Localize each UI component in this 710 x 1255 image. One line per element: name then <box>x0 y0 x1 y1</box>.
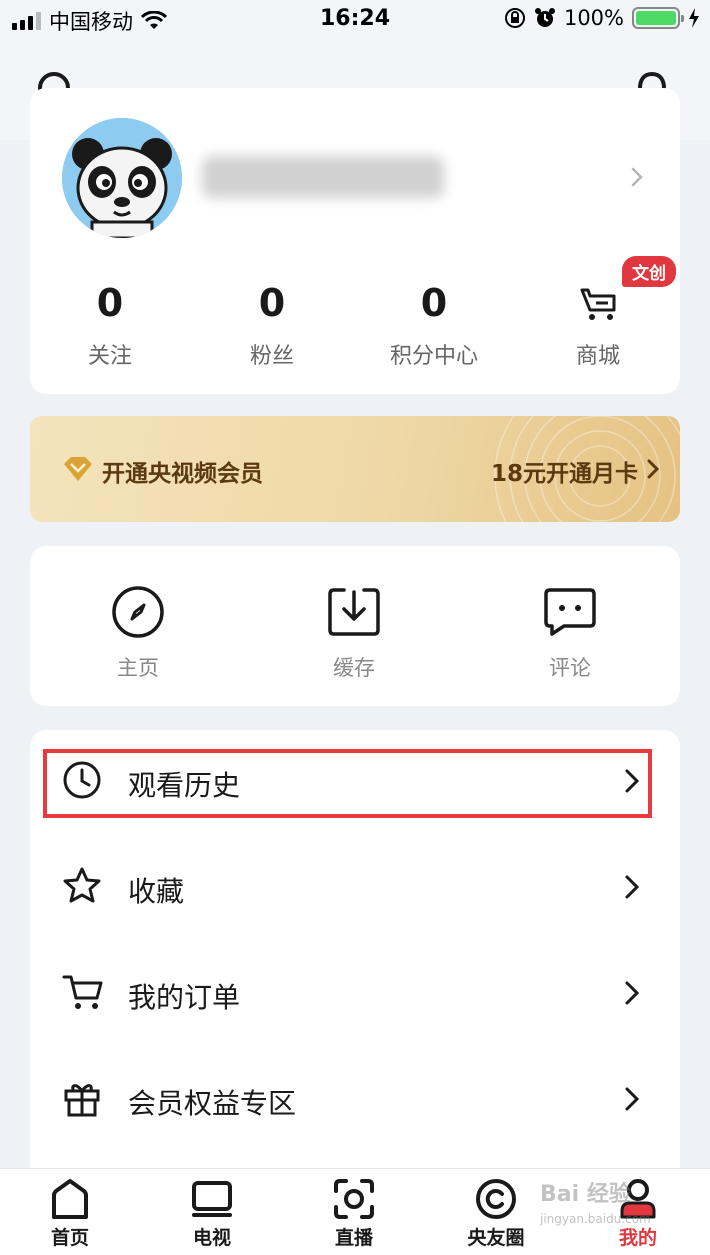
stat-label: 关注 <box>87 344 132 369</box>
status-bar: 中国移动 16:24 100% <box>0 0 710 40</box>
chevron-right-icon <box>647 459 660 479</box>
menu-item-label: 收藏 <box>128 875 185 908</box>
avatar[interactable] <box>62 118 182 238</box>
quick-action-comments[interactable]: 评论 <box>510 584 630 682</box>
rotation-lock-icon <box>504 8 525 28</box>
username-blurred[interactable] <box>202 156 444 198</box>
gift-icon <box>64 1084 100 1117</box>
menu-item-label: 会员权益专区 <box>128 1087 297 1120</box>
tab-label: 我的 <box>618 1227 657 1249</box>
comment-icon <box>544 588 596 636</box>
quick-action-label: 缓存 <box>333 656 375 680</box>
stat-label: 商城 <box>575 344 620 369</box>
tab-label: 直播 <box>334 1227 373 1249</box>
chevron-right-icon <box>625 875 640 899</box>
battery-icon <box>632 7 684 29</box>
quick-action-label: 评论 <box>549 656 591 680</box>
live-icon <box>334 1179 374 1219</box>
download-icon <box>328 588 380 636</box>
watermark-url: jingyan.baidu.com <box>540 1212 651 1226</box>
compass-icon <box>112 586 164 638</box>
profile-chevron-icon[interactable] <box>630 166 644 188</box>
stat-value: 0 <box>258 281 286 325</box>
watermark: Bai 经验 jingyan.baidu.com <box>540 1176 651 1226</box>
shop-cart-icon <box>580 288 616 320</box>
panda-avatar-icon <box>62 118 182 238</box>
home-icon <box>52 1179 88 1219</box>
chevron-right-icon <box>625 1087 640 1111</box>
vip-cta[interactable]: 18元开通月卡 <box>491 454 638 488</box>
stat-label: 粉丝 <box>249 344 294 369</box>
stat-fans[interactable]: 0 粉丝 <box>192 278 352 370</box>
stat-label: 积分中心 <box>389 344 478 369</box>
highlight-annotation-box <box>43 749 652 818</box>
profile-card: 0 关注 0 粉丝 0 积分中心 商城 文创 <box>30 88 680 394</box>
tab-label: 首页 <box>50 1227 89 1249</box>
circle-icon <box>476 1179 516 1219</box>
vip-title: 开通央视频会员 <box>102 461 263 487</box>
stat-following[interactable]: 0 关注 <box>30 278 190 370</box>
tab-home[interactable]: 首页 <box>20 1177 120 1250</box>
alarm-icon <box>534 8 555 27</box>
wenchuang-badge: 文创 <box>622 256 676 287</box>
stat-value: 0 <box>96 281 124 325</box>
profile-stats: 0 关注 0 粉丝 0 积分中心 商城 <box>30 278 680 370</box>
quick-action-label: 主页 <box>117 656 159 680</box>
menu-item-member-benefits[interactable]: 会员权益专区 <box>30 1060 680 1140</box>
tab-label: 央友圈 <box>467 1227 525 1249</box>
stat-value: 0 <box>420 281 448 325</box>
quick-action-cache[interactable]: 缓存 <box>294 584 414 682</box>
quick-actions-card: 主页 缓存 评论 <box>30 546 680 706</box>
cart-icon <box>62 975 103 1009</box>
chevron-right-icon <box>625 981 640 1005</box>
menu-item-label: 我的订单 <box>128 981 241 1014</box>
menu-item-orders[interactable]: 我的订单 <box>30 954 680 1034</box>
charging-icon <box>689 8 699 28</box>
tv-icon <box>192 1181 232 1217</box>
vip-banner[interactable]: 开通央视频会员 18元开通月卡 <box>30 416 680 522</box>
tab-circle[interactable]: 央友圈 <box>446 1177 546 1250</box>
stat-shop[interactable]: 商城 <box>518 278 678 370</box>
star-icon <box>63 867 101 903</box>
watermark-brand: Bai 经验 <box>540 1182 631 1207</box>
tab-live[interactable]: 直播 <box>304 1177 404 1250</box>
battery-percent: 100% <box>563 6 624 30</box>
tab-label: 电视 <box>192 1227 231 1249</box>
menu-item-favorites[interactable]: 收藏 <box>30 848 680 928</box>
quick-action-home[interactable]: 主页 <box>78 584 198 682</box>
stat-points[interactable]: 0 积分中心 <box>354 278 514 370</box>
diamond-icon <box>64 457 92 481</box>
tab-tv[interactable]: 电视 <box>162 1177 262 1250</box>
